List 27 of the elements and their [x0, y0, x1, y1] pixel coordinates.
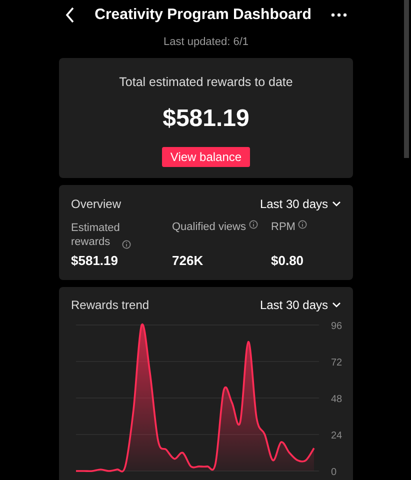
back-icon[interactable]	[65, 7, 75, 23]
page-title: Creativity Program Dashboard	[94, 4, 312, 25]
more-icon[interactable]	[330, 13, 347, 17]
metric-value: $0.80	[271, 252, 305, 270]
metric-label: Qualified views	[172, 221, 246, 233]
chevron-down-icon	[332, 302, 341, 308]
metric-value: $581.19	[71, 252, 119, 270]
period-dropdown[interactable]: Last 30 days	[260, 195, 341, 213]
view-balance-button[interactable]: View balance	[162, 146, 250, 167]
axis-tick-label: 48	[331, 394, 342, 405]
info-icon[interactable]	[248, 220, 258, 229]
chevron-down-icon	[332, 201, 341, 207]
total-amount: $581.19	[162, 104, 250, 134]
axis-tick-label: 72	[331, 358, 342, 368]
axis-tick-label: 96	[331, 321, 342, 332]
axis-tick-label: 24	[331, 430, 342, 442]
metric-label: Estimated rewards	[71, 221, 119, 249]
section-title: Overview	[71, 196, 122, 213]
axis-tick-label: 0	[331, 467, 337, 478]
section-title: Rewards trend	[71, 297, 150, 314]
metric-value: 726K	[172, 252, 204, 270]
last-updated-text: Last updated: 6/1	[162, 35, 250, 50]
metric-label: RPM	[271, 221, 296, 233]
info-icon[interactable]	[122, 240, 131, 249]
card-label: Total estimated rewards to date	[119, 74, 293, 91]
period-dropdown[interactable]: Last 30 days	[260, 296, 341, 314]
info-icon[interactable]	[298, 220, 308, 229]
